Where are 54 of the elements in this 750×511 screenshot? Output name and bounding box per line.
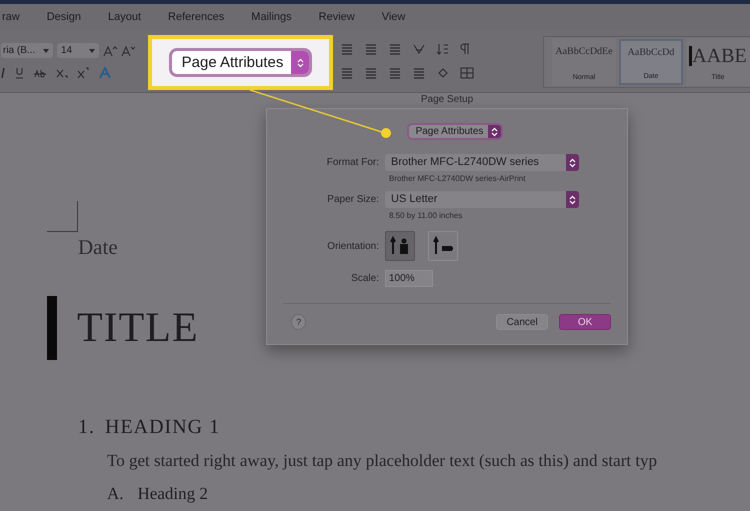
stepper-arrows-icon <box>569 158 576 168</box>
menu-tab[interactable]: Layout <box>80 11 142 23</box>
dialog-title: Page Setup <box>420 93 474 107</box>
heading-text: HEADING 1 <box>105 416 220 439</box>
menu-tab[interactable]: Mailings <box>224 11 292 23</box>
menu-tab[interactable]: References <box>141 11 224 23</box>
settings-popup-enlarged: Page Attributes <box>168 48 312 77</box>
list-number: 1. <box>78 416 95 439</box>
menu-tab[interactable]: Review <box>292 11 355 23</box>
superscript-icon[interactable] <box>77 67 89 79</box>
grow-font-icon[interactable] <box>103 44 117 56</box>
menu-tab[interactable]: View <box>354 11 406 23</box>
menu-tab[interactable]: Design <box>20 11 81 23</box>
heading-text: Heading 2 <box>138 484 208 504</box>
title-text: TITLE <box>77 304 199 352</box>
corner-crop-mark <box>47 201 78 232</box>
date-text: Date <box>78 235 118 260</box>
paper-size-note: 8.50 by 11.00 inches <box>388 210 464 222</box>
paper-size-select[interactable]: US Letter <box>385 191 579 208</box>
orientation-button[interactable] <box>385 231 415 261</box>
shrink-font-icon[interactable] <box>121 44 135 56</box>
list-letter: A. <box>107 484 124 504</box>
borders-icon[interactable] <box>460 67 474 79</box>
sort-icon[interactable] <box>436 43 450 55</box>
field-label: Scale: <box>350 273 379 284</box>
scale-field[interactable]: 100% <box>385 270 433 287</box>
pilcrow-icon[interactable] <box>460 43 470 55</box>
field-label: Orientation: <box>326 240 379 252</box>
orientation-button[interactable] <box>428 231 458 261</box>
subscript-icon[interactable] <box>56 67 68 79</box>
portrait-person-icon <box>389 236 411 256</box>
help-button[interactable]: ? <box>291 314 306 330</box>
font-size-field[interactable]: 14 <box>57 43 99 58</box>
field-label: Format For: <box>326 157 379 168</box>
underline-icon[interactable] <box>15 67 24 79</box>
format-for-select[interactable]: Brother MFC-L2740DW series <box>385 154 579 171</box>
italic-icon[interactable] <box>0 67 6 79</box>
stepper-arrows-icon <box>491 126 498 136</box>
menu-tab[interactable]: raw <box>2 11 20 23</box>
caret-icon <box>43 48 49 52</box>
landscape-person-icon <box>432 236 454 256</box>
ok-button[interactable]: OK <box>559 314 611 330</box>
align-left-icon[interactable] <box>340 67 354 79</box>
strikethrough-icon[interactable] <box>33 67 47 79</box>
body-paragraph: To get started right away, just tap any placeholder text (such as this) and start typ <box>107 451 658 471</box>
stepper-arrows-icon <box>569 194 576 204</box>
field-label: Paper Size: <box>326 194 379 205</box>
font-name-field[interactable]: ria (B... <box>1 43 53 58</box>
settings-popup[interactable]: Page Attributes <box>406 123 504 140</box>
title-accent-bar <box>47 296 57 360</box>
printer-note: Brother MFC-L2740DW series-AirPrint <box>388 173 526 185</box>
cancel-button[interactable]: Cancel <box>496 314 548 330</box>
caret-icon <box>89 48 95 52</box>
stepper-arrows-icon <box>296 58 304 68</box>
